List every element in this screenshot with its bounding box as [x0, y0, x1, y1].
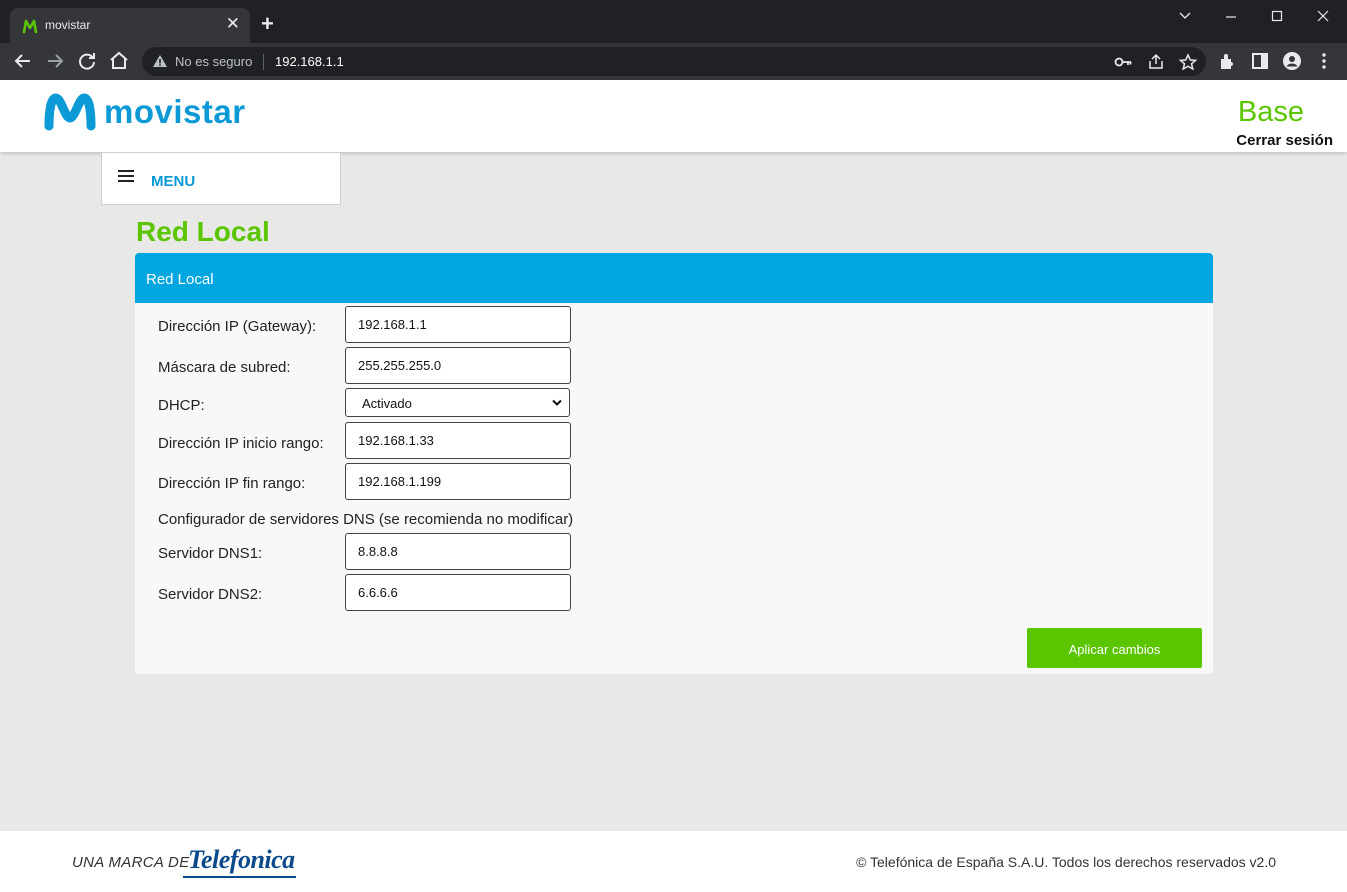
tab-close-icon[interactable]: ✕	[226, 14, 240, 34]
dns2-input[interactable]	[345, 574, 571, 611]
browser-tabstrip: movistar ✕ +	[0, 0, 1347, 43]
subnet-mask-label: Máscara de subred:	[158, 359, 291, 376]
hamburger-icon	[118, 170, 134, 182]
page-title: Red Local	[136, 216, 270, 247]
apply-changes-button[interactable]: Aplicar cambios	[1027, 628, 1202, 668]
site-header: movistar Base Cerrar sesión	[0, 80, 1347, 152]
movistar-logo-text[interactable]: movistar	[104, 93, 246, 131]
logout-link[interactable]: Cerrar sesión	[1236, 132, 1333, 149]
dns-heading: Configurador de servidores DNS (se recom…	[158, 511, 574, 528]
omnibox-divider	[263, 54, 264, 70]
back-icon[interactable]	[11, 49, 35, 73]
home-icon[interactable]	[107, 49, 131, 73]
browser-toolbar: No es seguro 192.168.1.1	[0, 43, 1347, 80]
menu-button[interactable]: MENU	[101, 152, 341, 205]
tab-search-icon[interactable]	[1162, 9, 1208, 23]
card-header-label: Red Local	[146, 271, 214, 288]
range-start-input[interactable]	[345, 422, 571, 459]
chevron-down-icon	[552, 399, 562, 406]
gateway-input[interactable]	[345, 306, 571, 343]
dhcp-selected-value: Activado	[362, 396, 412, 411]
copyright-text: © Telefónica de España S.A.U. Todos los …	[856, 854, 1276, 870]
range-end-input[interactable]	[345, 463, 571, 500]
key-icon[interactable]	[1114, 54, 1134, 70]
star-icon[interactable]	[1178, 53, 1198, 71]
insecure-label[interactable]: No es seguro	[175, 54, 252, 69]
site-footer: UNA MARCA DE Telefonica © Telefónica de …	[0, 831, 1347, 892]
url-text[interactable]: 192.168.1.1	[275, 54, 344, 69]
movistar-logo-icon[interactable]	[43, 92, 97, 132]
reload-icon[interactable]	[75, 49, 99, 73]
header-title: Base	[1237, 96, 1304, 128]
forward-icon[interactable]	[43, 49, 67, 73]
brand-prefix: UNA MARCA DE	[72, 854, 190, 871]
address-bar[interactable]: No es seguro 192.168.1.1	[142, 47, 1206, 76]
menu-label: MENU	[151, 173, 196, 190]
movistar-favicon-icon	[22, 19, 38, 34]
dns2-label: Servidor DNS2:	[158, 586, 263, 603]
subnet-mask-input[interactable]	[345, 347, 571, 384]
dns1-input[interactable]	[345, 533, 571, 570]
gateway-label: Dirección IP (Gateway):	[158, 318, 317, 335]
range-start-label: Dirección IP inicio rango:	[158, 435, 324, 452]
maximize-icon[interactable]	[1254, 9, 1300, 23]
dns1-label: Servidor DNS1:	[158, 545, 263, 562]
kebab-menu-icon[interactable]	[1314, 51, 1334, 71]
share-icon[interactable]	[1146, 53, 1166, 71]
telefonica-logo-underline	[183, 876, 296, 878]
warning-icon[interactable]	[152, 53, 168, 69]
dhcp-label: DHCP:	[158, 397, 205, 414]
new-tab-icon[interactable]: +	[261, 13, 274, 35]
tab-title: movistar	[45, 18, 91, 32]
card-header: Red Local	[135, 253, 1213, 303]
extensions-icon[interactable]	[1218, 51, 1238, 71]
sidepanel-icon[interactable]	[1250, 51, 1270, 71]
minimize-icon[interactable]	[1208, 9, 1254, 23]
range-end-label: Dirección IP fin rango:	[158, 475, 306, 492]
red-local-card: Red Local Dirección IP (Gateway): Máscar…	[135, 253, 1213, 674]
profile-icon[interactable]	[1282, 51, 1302, 71]
close-window-icon[interactable]	[1300, 9, 1346, 23]
dhcp-select[interactable]: Activado	[345, 388, 570, 417]
browser-tab[interactable]: movistar ✕	[10, 8, 250, 43]
telefonica-logo-text: Telefonica	[188, 845, 295, 874]
